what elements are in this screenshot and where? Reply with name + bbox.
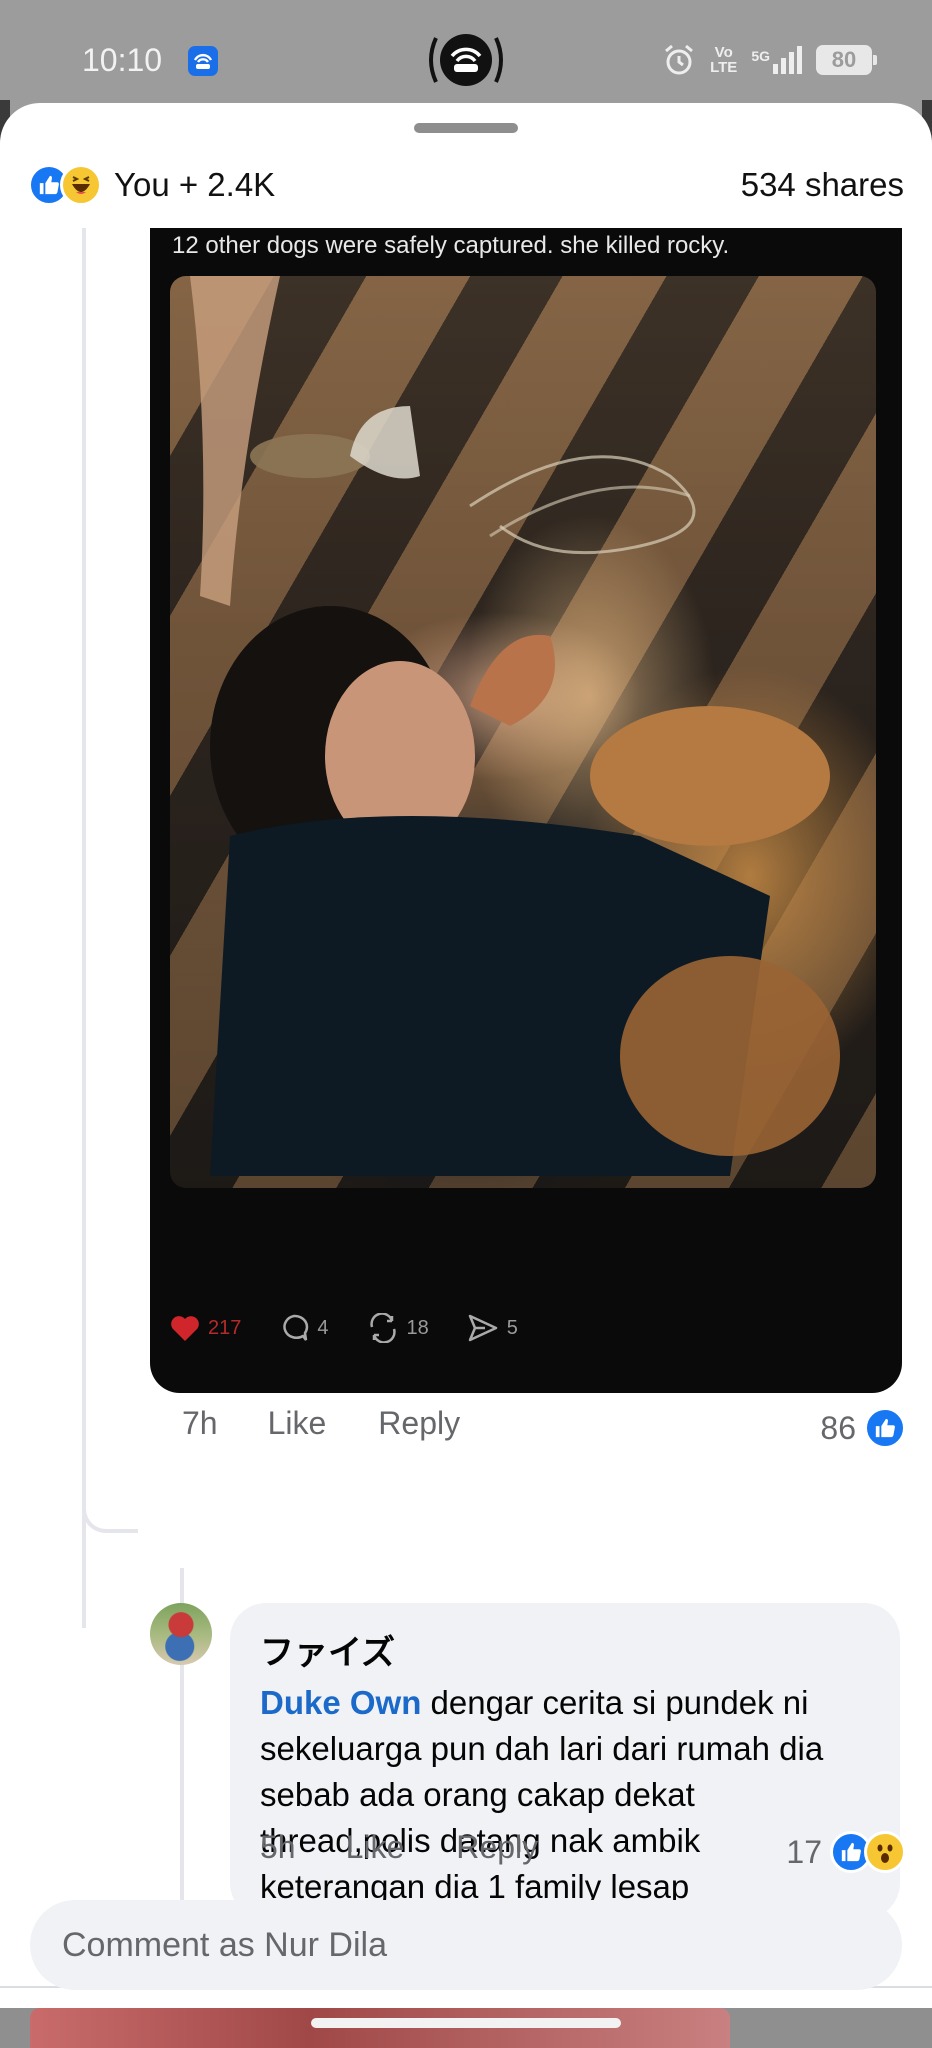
thread-line-branch	[82, 1493, 138, 1533]
repost-icon	[369, 1313, 396, 1343]
sheet-drag-handle[interactable]	[414, 123, 518, 133]
image-caption-text: 12 other dogs were safely captured. she …	[172, 232, 730, 259]
comment-image-attachment[interactable]: 12 other dogs were safely captured. she …	[150, 228, 902, 1393]
comment-time: 7h	[182, 1405, 218, 1441]
attachment-photo	[170, 276, 876, 1188]
attachment-shares: 5	[467, 1313, 518, 1343]
comment-text: Duke Own dengar cerita si pundek ni seke…	[260, 1680, 870, 1910]
attachment-likes: 217	[170, 1314, 241, 1342]
reply-reaction-number: 17	[786, 1833, 822, 1870]
mention-link[interactable]: Duke Own	[260, 1684, 421, 1721]
battery-indicator: 80	[816, 45, 877, 75]
attachment-shares-count: 5	[506, 1316, 518, 1339]
comment-actions: 7h Like Reply	[182, 1405, 460, 1442]
comment-like-button[interactable]: Like	[268, 1405, 327, 1442]
hotspot-icon	[422, 30, 510, 90]
reply-like-button[interactable]: Like	[346, 1829, 405, 1866]
comment-bubble-icon	[283, 1314, 309, 1341]
comment-reply-button[interactable]: Reply	[378, 1405, 460, 1442]
reply-reply-button[interactable]: Reply	[456, 1829, 538, 1866]
comments-sheet: You + 2.4K 534 shares 12 other dogs were…	[0, 103, 932, 2008]
comment-reaction-count[interactable]: 86	[820, 1407, 906, 1449]
signal-icon: 5G	[751, 46, 802, 74]
haha-reaction-icon	[60, 164, 102, 206]
send-icon	[468, 1314, 497, 1342]
status-indicators: Vo LTE 5G 80	[662, 40, 877, 80]
heart-icon	[171, 1316, 199, 1341]
attachment-reposts: 18	[367, 1313, 429, 1343]
volte-indicator: Vo LTE	[710, 44, 738, 76]
app-notification-icon	[188, 46, 218, 76]
home-indicator[interactable]	[311, 2018, 621, 2028]
status-time: 10:10	[82, 42, 163, 78]
reply-reaction-count[interactable]: 17	[786, 1831, 906, 1873]
attachment-comments: 4	[279, 1313, 329, 1343]
reaction-count: You + 2.4K	[114, 166, 276, 203]
network-type: 5G	[751, 48, 770, 64]
wow-reaction-icon	[864, 1831, 906, 1873]
attachment-stats: 217 4 18 5	[170, 1308, 518, 1348]
like-reaction-icon	[864, 1407, 906, 1449]
thread-line	[82, 228, 86, 1628]
shares-count[interactable]: 534 shares	[741, 166, 904, 204]
alarm-icon	[665, 44, 694, 75]
status-bar: 10:10 Vo LTE 5G 80	[0, 0, 932, 110]
attachment-reposts-count: 18	[406, 1316, 429, 1339]
reply-time: 5h	[260, 1829, 296, 1865]
comment-author[interactable]: ファイズ	[260, 1625, 870, 1674]
reactions-summary-row[interactable]: You + 2.4K 534 shares	[28, 153, 904, 217]
comment-input[interactable]: Comment as Nur Dila	[30, 1900, 902, 1990]
background-photo-peek	[30, 2008, 730, 2048]
comment-reaction-number: 86	[820, 1409, 856, 1446]
reaction-icons	[28, 164, 102, 206]
attachment-likes-count: 217	[208, 1316, 242, 1339]
avatar[interactable]	[150, 1603, 212, 1665]
attachment-comments-count: 4	[317, 1316, 329, 1339]
reply-actions: 5h Like Reply	[260, 1829, 538, 1866]
